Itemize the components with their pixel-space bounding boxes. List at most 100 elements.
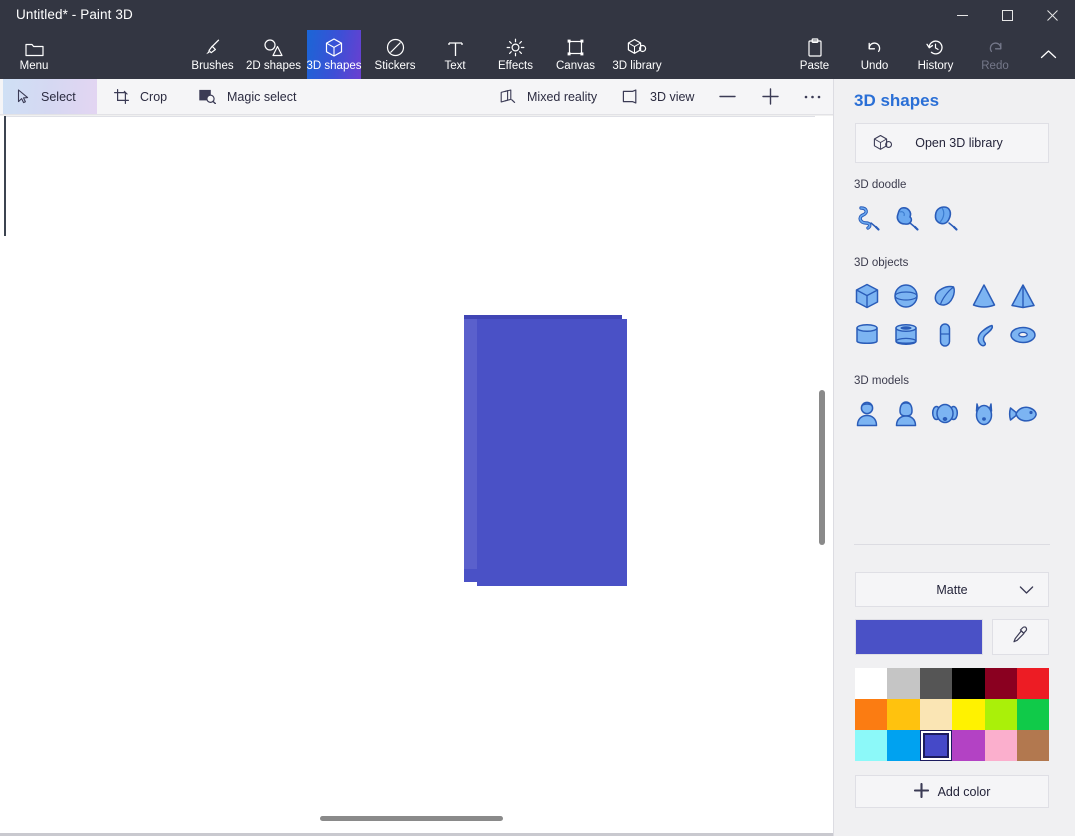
- eyedropper-button[interactable]: [992, 619, 1049, 655]
- color-swatch-grid: [855, 668, 1049, 761]
- canvas-3d-shape-cube[interactable]: [459, 303, 629, 583]
- ribbon-item-3d-library[interactable]: 3D library: [605, 30, 669, 79]
- subtoolbar-label-mixed-reality: Mixed reality: [527, 90, 597, 104]
- canvas-area[interactable]: [0, 116, 833, 836]
- text-icon: [447, 38, 464, 57]
- ribbon-label-effects: Effects: [498, 60, 533, 72]
- shape-doodle-tube[interactable]: [925, 198, 964, 237]
- vertical-scrollbar-thumb[interactable]: [819, 390, 825, 545]
- teardrop-object-icon: [931, 282, 959, 310]
- current-color-preview[interactable]: [855, 619, 983, 655]
- ribbon-item-paste[interactable]: Paste: [791, 30, 838, 79]
- color-swatch-black[interactable]: [952, 668, 984, 699]
- close-button[interactable]: [1030, 0, 1075, 30]
- cat-model-icon: [970, 400, 998, 428]
- paste-icon: [807, 38, 823, 57]
- zoom-out-button[interactable]: [708, 79, 746, 114]
- subtoolbar-item-magic-select[interactable]: Magic select: [185, 79, 311, 114]
- shape-object-hollow-cylinder[interactable]: [886, 315, 925, 354]
- ribbon-label-history: History: [918, 60, 954, 72]
- shape-object-sphere[interactable]: [886, 276, 925, 315]
- color-swatch-lime[interactable]: [985, 699, 1017, 730]
- color-swatch-dark-gray[interactable]: [920, 668, 952, 699]
- shape-object-cube[interactable]: [847, 276, 886, 315]
- horizontal-scrollbar-thumb[interactable]: [320, 816, 503, 821]
- more-options-button[interactable]: [794, 79, 830, 114]
- ribbon-label-undo: Undo: [861, 60, 889, 72]
- section-label-3d-doodle: 3D doodle: [854, 179, 906, 191]
- shape-row-3d-objects-1: [847, 276, 1042, 315]
- shape-model-man[interactable]: [847, 394, 886, 433]
- subtoolbar-item-crop[interactable]: Crop: [100, 79, 178, 114]
- ribbon-item-text[interactable]: Text: [433, 30, 477, 79]
- ribbon-expand-button[interactable]: [1030, 30, 1066, 79]
- material-label: Matte: [936, 583, 967, 597]
- ribbon-item-history[interactable]: History: [909, 30, 962, 79]
- plus-icon: [761, 87, 780, 106]
- ribbon-item-brushes[interactable]: Brushes: [185, 30, 240, 79]
- shape-object-capsule[interactable]: [925, 315, 964, 354]
- color-swatch-dark-red[interactable]: [985, 668, 1017, 699]
- shape-object-cone[interactable]: [964, 276, 1003, 315]
- color-swatch-purple[interactable]: [952, 730, 984, 761]
- color-swatch-orange[interactable]: [855, 699, 887, 730]
- color-swatch-cyan[interactable]: [855, 730, 887, 761]
- zoom-in-button[interactable]: [751, 79, 789, 114]
- canvas-top-border: [5, 116, 821, 117]
- window-controls: [940, 0, 1075, 30]
- ribbon-label-menu: Menu: [20, 60, 49, 72]
- shape-object-teardrop[interactable]: [925, 276, 964, 315]
- maximize-button[interactable]: [985, 0, 1030, 30]
- ribbon-item-undo[interactable]: Undo: [851, 30, 898, 79]
- subtoolbar-item-3d-view[interactable]: 3D view: [608, 79, 690, 114]
- canvas-vertical-scrollbar[interactable]: [815, 116, 832, 836]
- shape-object-tube-bend[interactable]: [964, 315, 1003, 354]
- fish-model-icon: [1008, 400, 1038, 428]
- ribbon-item-stickers[interactable]: Stickers: [368, 30, 422, 79]
- add-color-button[interactable]: Add color: [855, 775, 1049, 808]
- shape-model-fish[interactable]: [1003, 394, 1042, 433]
- subtoolbar-item-mixed-reality[interactable]: Mixed reality: [484, 79, 596, 114]
- subtoolbar-label-3d-view: 3D view: [650, 90, 694, 104]
- shape-doodle-sharp-edge[interactable]: [886, 198, 925, 237]
- color-swatch-light-gray[interactable]: [887, 668, 919, 699]
- ribbon-label-3d-library: 3D library: [612, 60, 661, 72]
- sticker-icon: [386, 38, 405, 57]
- color-swatch-red[interactable]: [1017, 668, 1049, 699]
- ribbon-item-3d-shapes[interactable]: 3D shapes: [307, 30, 361, 79]
- color-swatch-brown[interactable]: [1017, 730, 1049, 761]
- material-dropdown[interactable]: Matte: [855, 572, 1049, 607]
- plus-icon: [914, 783, 929, 801]
- color-swatch-pink[interactable]: [985, 730, 1017, 761]
- shape-doodle-soft-edge[interactable]: [847, 198, 886, 237]
- color-swatch-blue[interactable]: [920, 730, 952, 761]
- open-3d-library-button[interactable]: Open 3D library: [855, 123, 1049, 163]
- cube-bottom-face: [464, 569, 478, 582]
- shape-object-donut[interactable]: [1003, 315, 1042, 354]
- ribbon-item-menu[interactable]: Menu: [10, 30, 58, 79]
- color-swatch-yellow[interactable]: [952, 699, 984, 730]
- color-swatch-sky-blue[interactable]: [887, 730, 919, 761]
- canvas-horizontal-scrollbar[interactable]: [0, 813, 822, 825]
- subtoolbar-label-select: Select: [41, 90, 76, 104]
- shape-object-cylinder[interactable]: [847, 315, 886, 354]
- color-swatch-green[interactable]: [1017, 699, 1049, 730]
- shape-model-cat[interactable]: [964, 394, 1003, 433]
- color-swatch-cream[interactable]: [920, 699, 952, 730]
- cube-icon: [325, 38, 343, 57]
- ribbon-item-canvas[interactable]: Canvas: [549, 30, 602, 79]
- ribbon-item-2d-shapes[interactable]: 2D shapes: [240, 30, 307, 79]
- capsule-object-icon: [931, 321, 959, 349]
- shape-model-woman[interactable]: [886, 394, 925, 433]
- crop-icon: [114, 89, 129, 104]
- ribbon-item-effects[interactable]: Effects: [489, 30, 542, 79]
- shape-object-pyramid[interactable]: [1003, 276, 1042, 315]
- color-swatch-white[interactable]: [855, 668, 887, 699]
- subtoolbar-item-select[interactable]: Select: [3, 79, 97, 114]
- cube-left-face: [464, 315, 477, 577]
- ribbon-label-brushes: Brushes: [191, 60, 233, 72]
- shape-model-dog[interactable]: [925, 394, 964, 433]
- minus-icon: [718, 87, 737, 106]
- minimize-button[interactable]: [940, 0, 985, 30]
- color-swatch-amber[interactable]: [887, 699, 919, 730]
